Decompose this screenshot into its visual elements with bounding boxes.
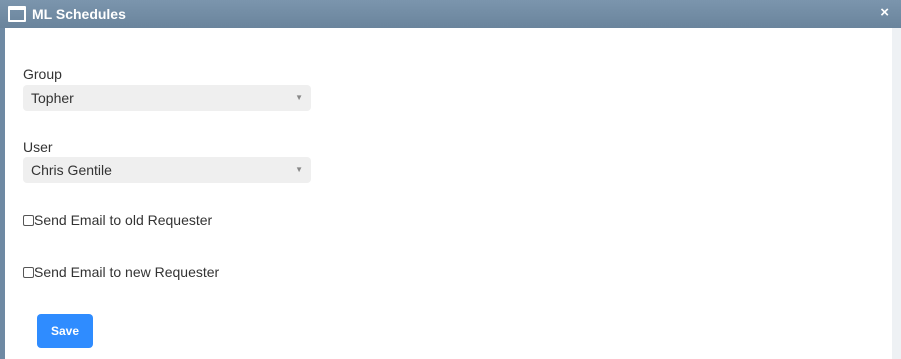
dialog-panel: Group Topher ▼ User Chris Gentile ▼ Send… [5, 28, 892, 359]
user-label: User [23, 139, 53, 155]
send-new-label: Send Email to new Requester [34, 264, 220, 280]
send-old-row: Send Email to old Requester [23, 212, 212, 228]
send-old-label: Send Email to old Requester [34, 212, 213, 228]
group-select[interactable]: Topher ▼ [23, 85, 311, 111]
user-select[interactable]: Chris Gentile ▼ [23, 157, 311, 183]
group-label: Group [23, 66, 62, 82]
window-titlebar: ML Schedules × [0, 0, 901, 28]
user-select-value: Chris Gentile [31, 162, 112, 178]
background-strip [892, 28, 901, 359]
caret-down-icon: ▼ [295, 93, 303, 102]
window-icon [8, 6, 26, 22]
group-select-value: Topher [31, 90, 74, 106]
send-new-checkbox[interactable] [23, 266, 34, 278]
send-old-checkbox[interactable] [23, 214, 34, 226]
close-icon[interactable]: × [880, 4, 889, 22]
save-button[interactable]: Save [37, 314, 93, 348]
send-new-row: Send Email to new Requester [23, 264, 219, 280]
window-title: ML Schedules [32, 6, 126, 22]
caret-down-icon: ▼ [295, 165, 303, 174]
